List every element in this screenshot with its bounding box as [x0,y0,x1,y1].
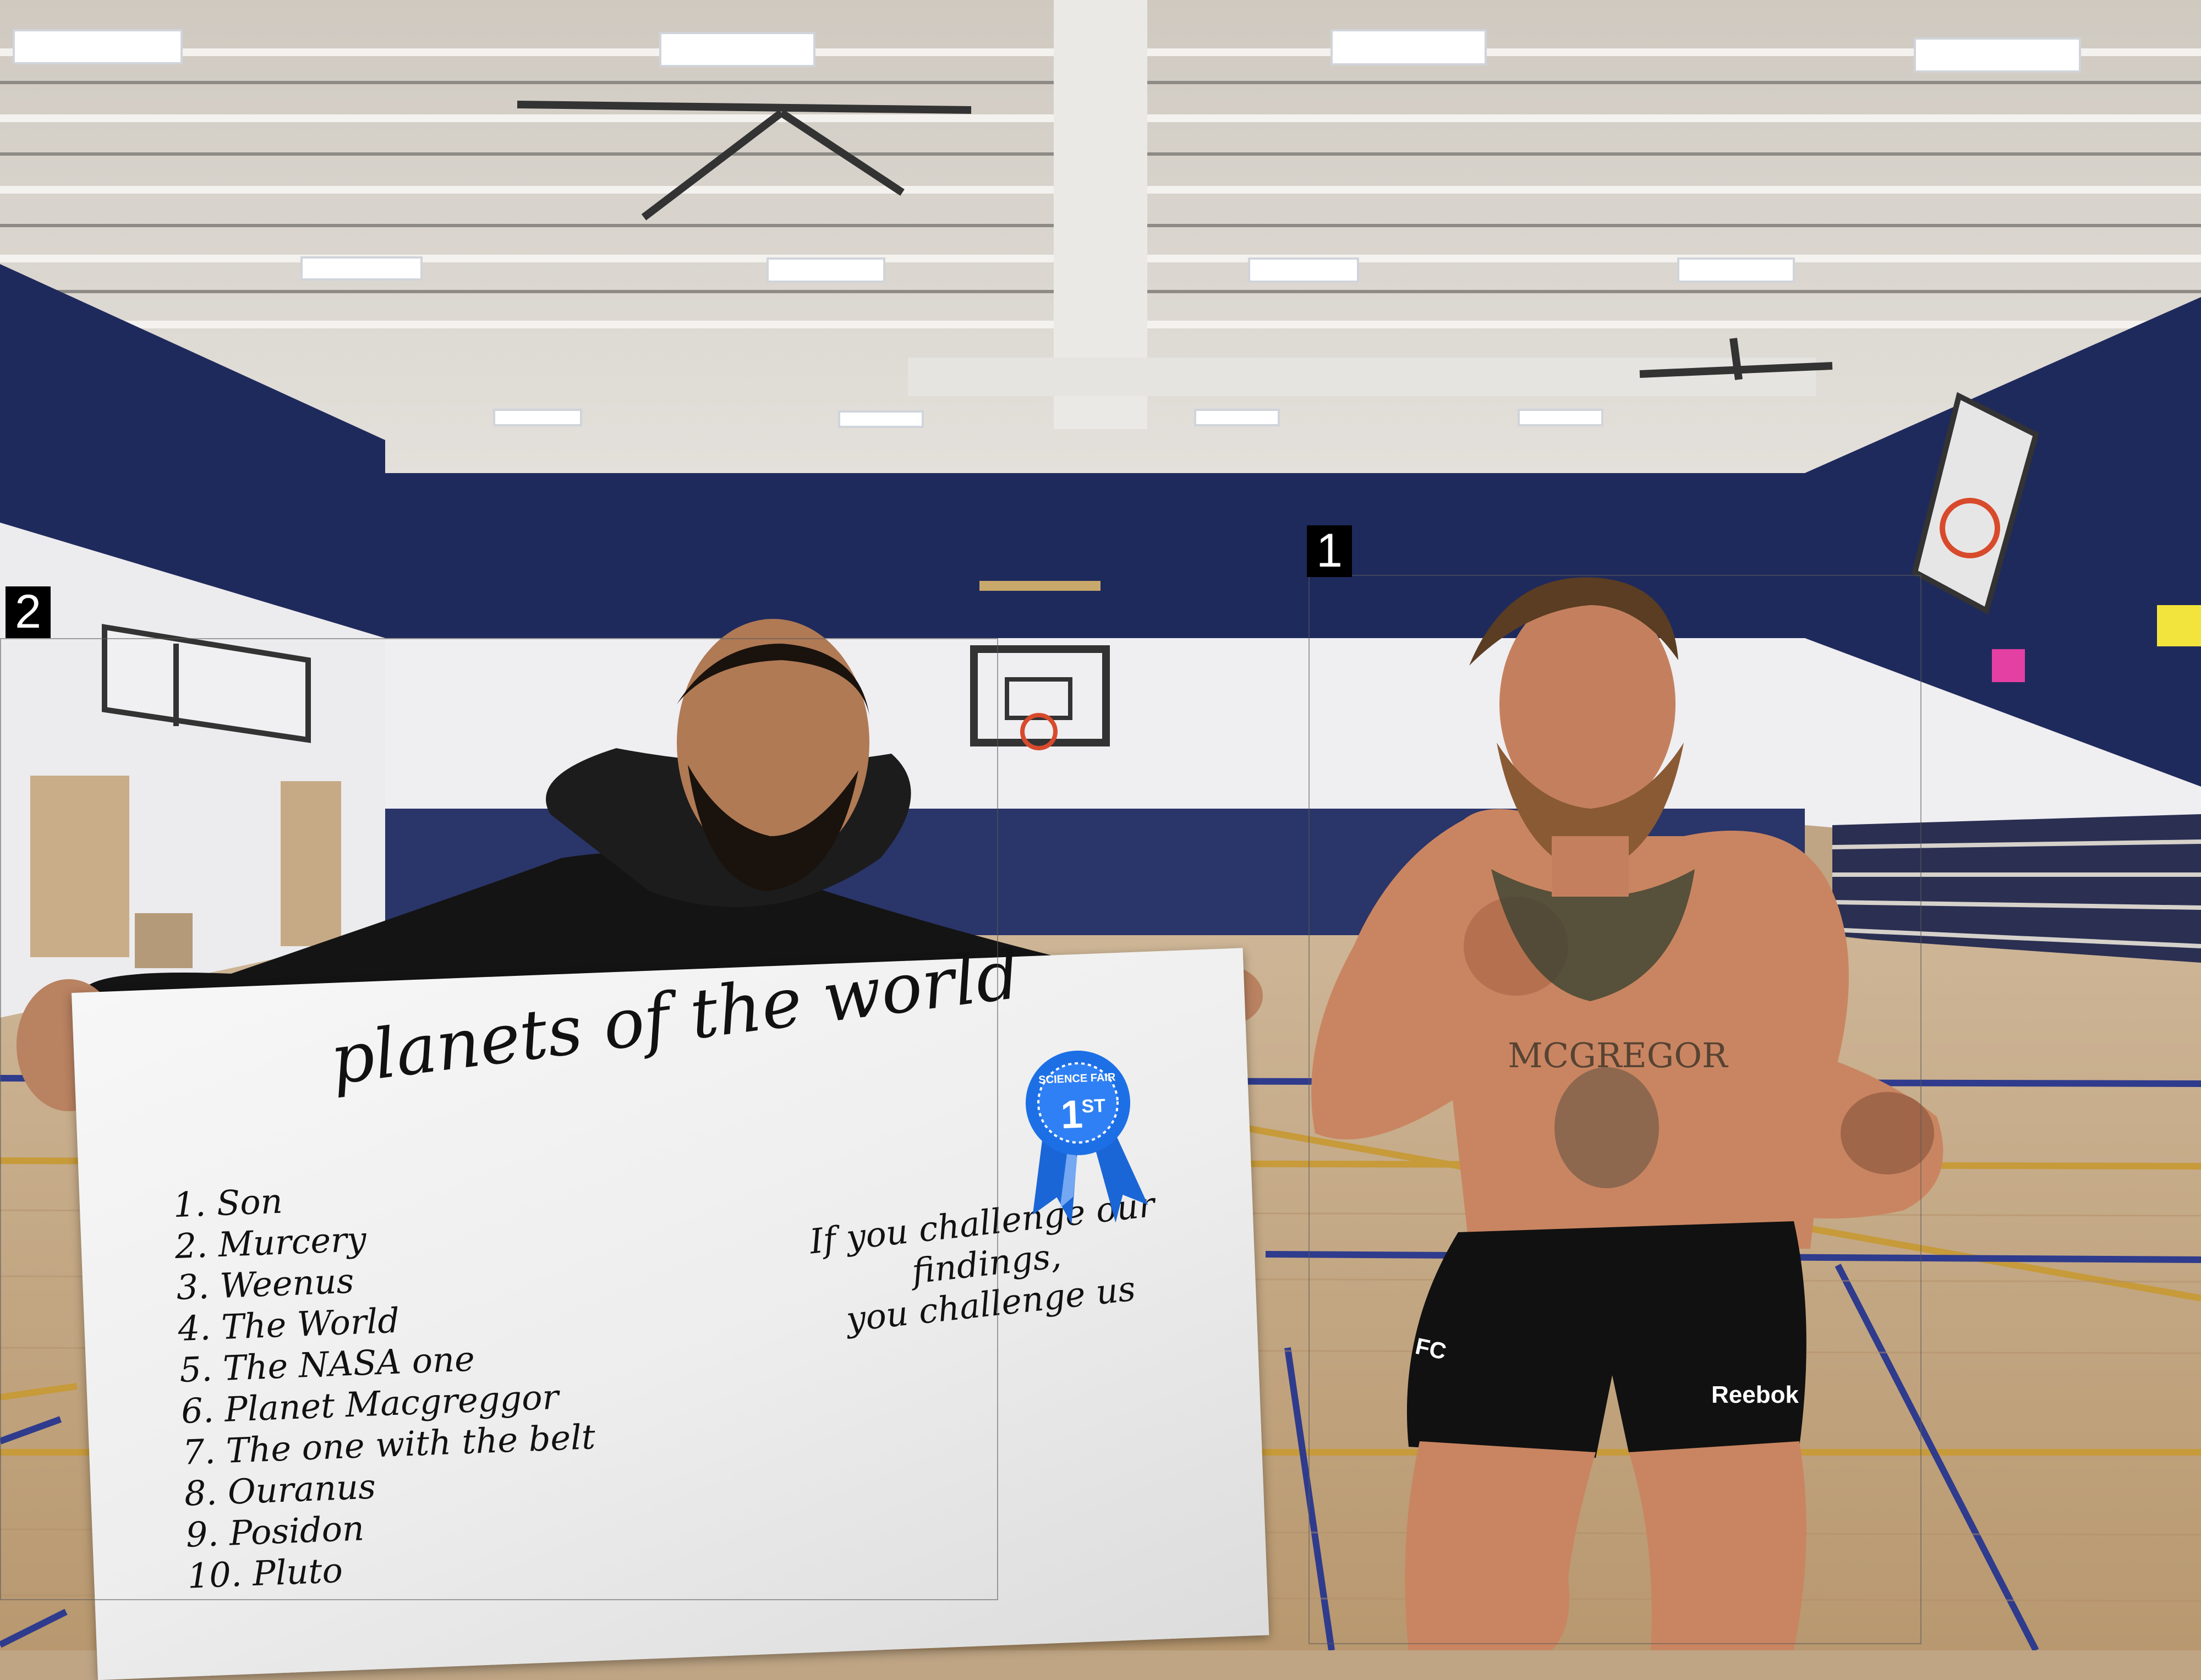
selection-box-2 [0,638,998,1600]
first-place-ribbon-icon: SCIENCE FAIR 1 ST [1026,1050,1148,1225]
marker-1: 1 [1307,525,1352,577]
selection-box-1 [1308,575,1921,1644]
ribbon-place: 1 [1060,1092,1083,1137]
marker-2: 2 [6,586,51,638]
ribbon-suffix: ST [1081,1095,1106,1117]
